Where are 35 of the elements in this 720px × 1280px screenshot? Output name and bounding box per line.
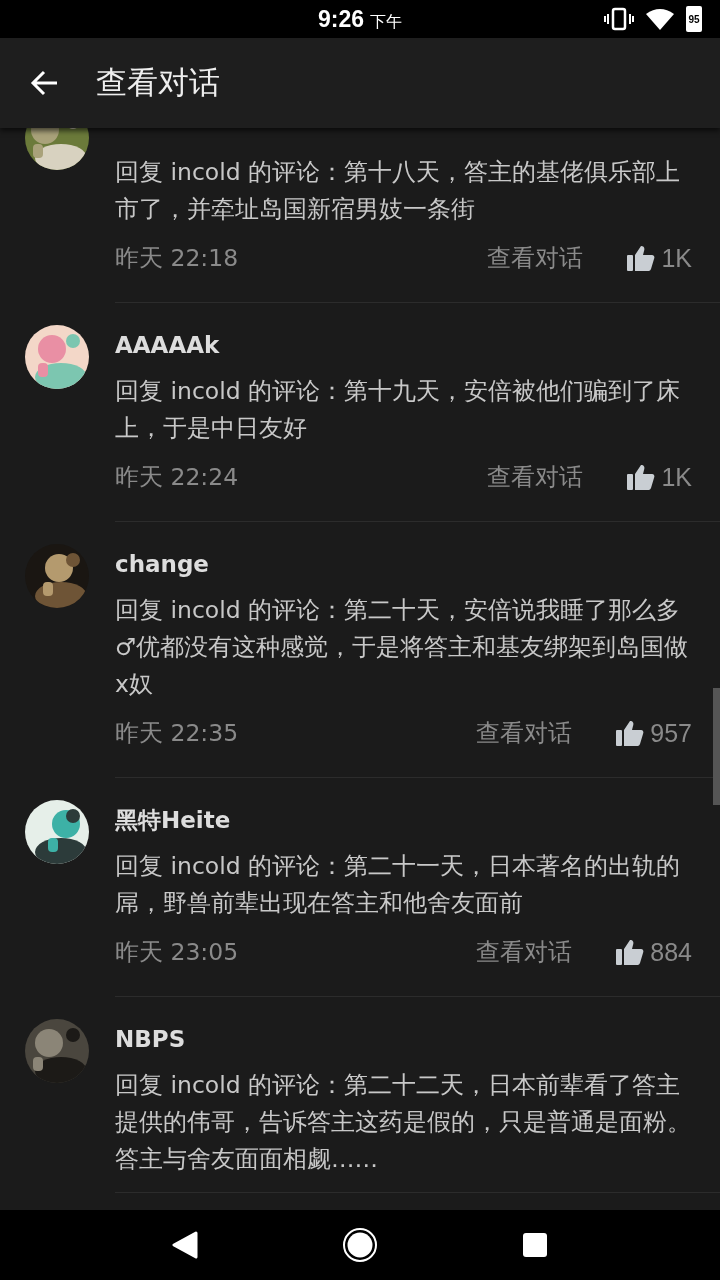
page-title: 查看对话 [96, 63, 220, 102]
like-count: 884 [650, 937, 692, 967]
user-name: 黑特Heite [115, 806, 232, 835]
comment-text: 回复 incold 的评论：第二十一天，日本著名的出轨的屌，野兽前辈出现在答主和他舍友面前 [115, 851, 682, 919]
comment-time: 昨天 22:35 [115, 718, 240, 749]
wifi-icon [646, 8, 674, 30]
user-name: change [115, 550, 210, 579]
comment-text: 回复 incold 的评论：第二十二天，日本前辈看了答主提供的伟哥，告诉答主这药是假的，只是普通是面粉。答主与舍友面面相觑…… [115, 1070, 692, 1175]
thumbs-up-icon[interactable] [627, 245, 656, 271]
comment-text: 回复 incold 的评论：第二十天，安倍说我睡了那么多♂优都没有这种感觉，于是将答主和基友绑架到岛国做x奴 [115, 595, 690, 700]
thumbs-up-icon[interactable] [616, 939, 645, 965]
vibrate-icon [604, 7, 634, 31]
comment-time: 昨天 23:05 [115, 937, 240, 968]
like-count: 1K [661, 462, 692, 492]
comment-text: 回复 incold 的评论：第十八天，答主的基佬俱乐部上市了，并牵址岛国新宿男妓一条街 [115, 157, 682, 225]
view-conversation-link[interactable]: 查看对话 [476, 717, 573, 749]
thumbs-up-icon[interactable] [616, 720, 645, 746]
back-icon[interactable] [172, 1231, 198, 1259]
user-name: AAAAAk [115, 331, 221, 360]
comment-time: 昨天 22:24 [115, 462, 240, 493]
clock-time: 9:26 [317, 5, 364, 33]
view-conversation-link[interactable]: 查看对话 [476, 936, 573, 968]
recents-icon[interactable] [522, 1232, 548, 1258]
time-period: 下午 [370, 11, 402, 33]
comment-text: 回复 incold 的评论：第十九天，安倍被他们骗到了床上，于是中日友好 [115, 376, 682, 444]
home-icon[interactable] [342, 1227, 378, 1263]
view-conversation-link[interactable]: 查看对话 [487, 461, 584, 493]
battery-icon: 95 [686, 6, 702, 32]
comment-time: 昨天 22:18 [115, 243, 240, 274]
back-arrow-icon[interactable] [30, 70, 58, 96]
thumbs-up-icon[interactable] [627, 464, 656, 490]
user-name: NBPS [115, 1025, 187, 1054]
view-conversation-link[interactable]: 查看对话 [487, 242, 584, 274]
like-count: 957 [650, 718, 692, 748]
like-count: 1K [661, 243, 692, 273]
